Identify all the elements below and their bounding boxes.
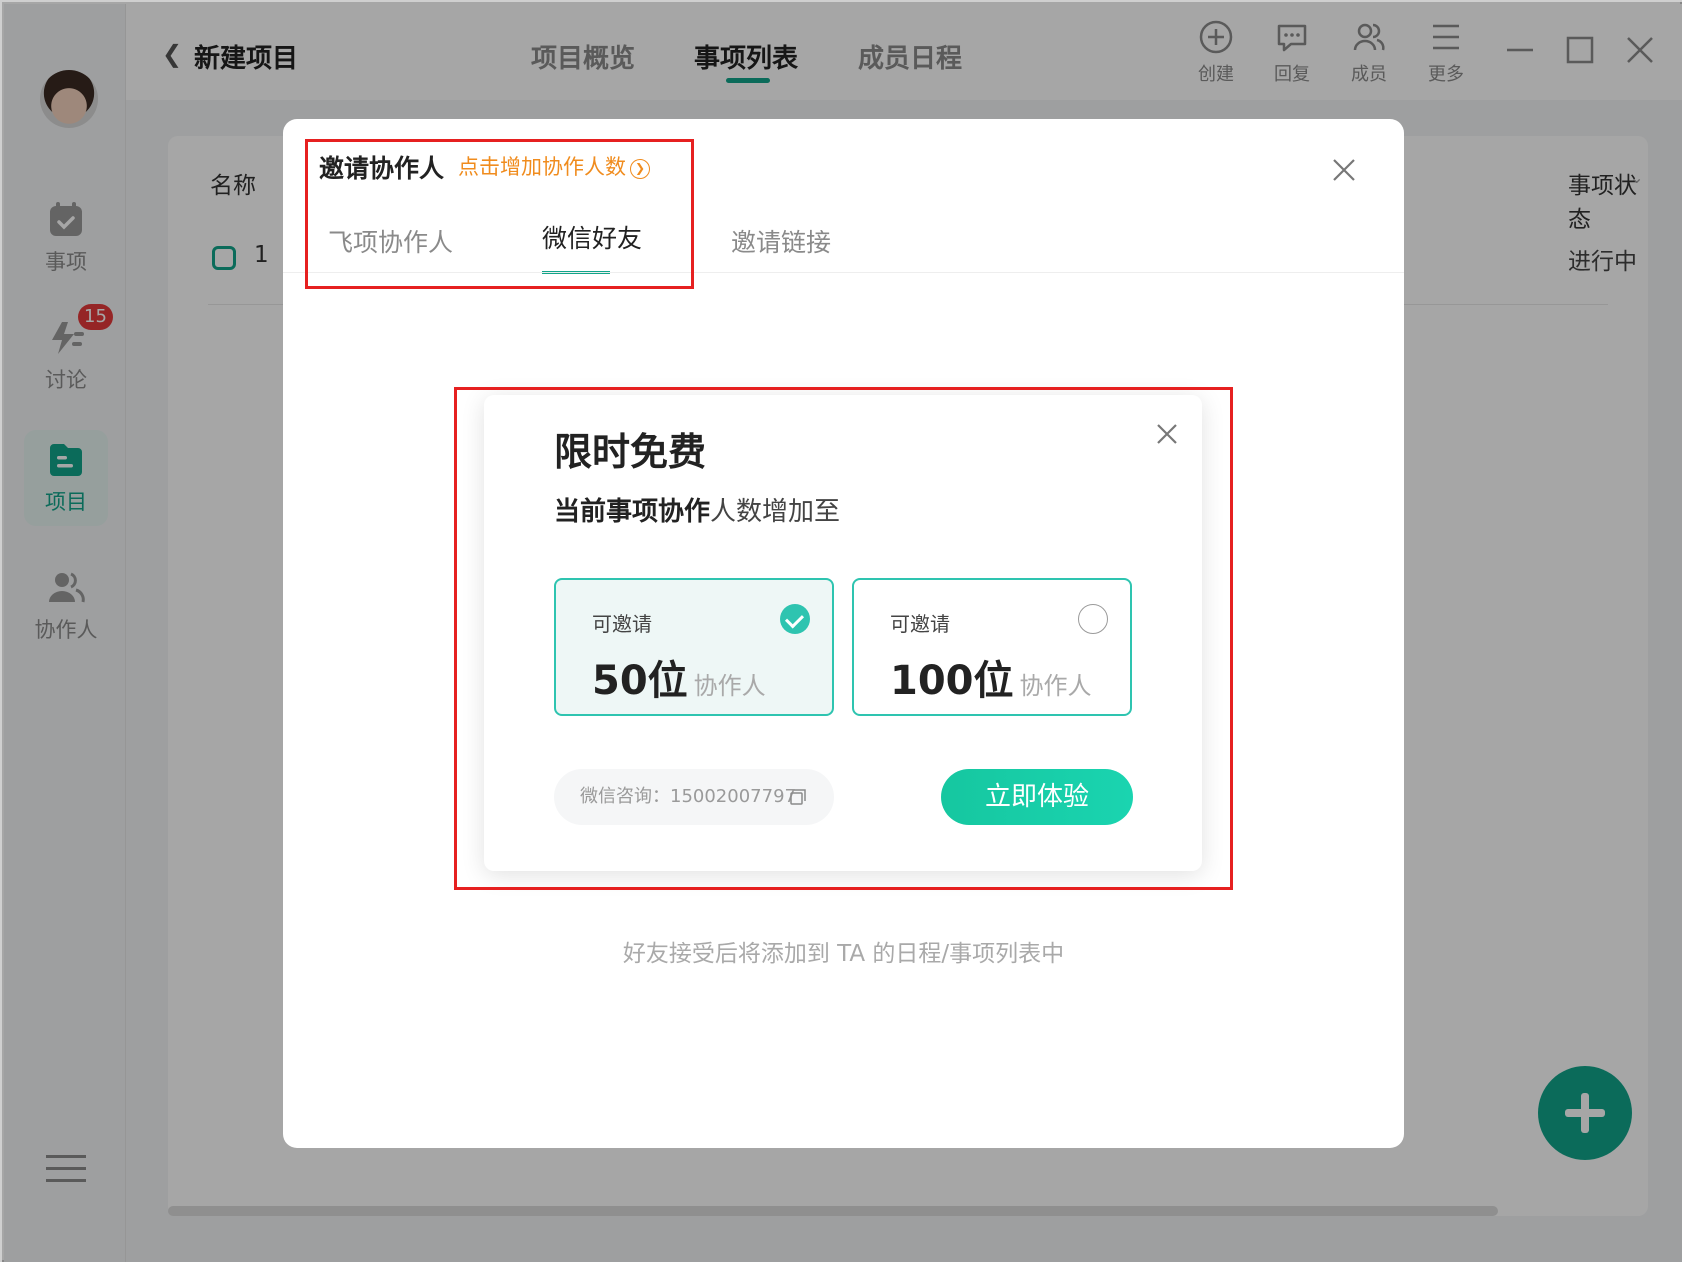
dialog-footer-note: 好友接受后将添加到 TA 的日程/事项列表中 — [622, 941, 1065, 967]
highlight-box-promo — [454, 387, 1233, 890]
highlight-box-dialog-header — [305, 139, 694, 289]
dialog-close-icon[interactable] — [1329, 155, 1359, 185]
tab-invite-link[interactable]: 邀请链接 — [731, 223, 831, 259]
app-window: 事项 15 讨论 项目 协作人 ❮ 新建项目 项目概览 事项列表 成员日程 创建… — [0, 0, 1682, 1262]
